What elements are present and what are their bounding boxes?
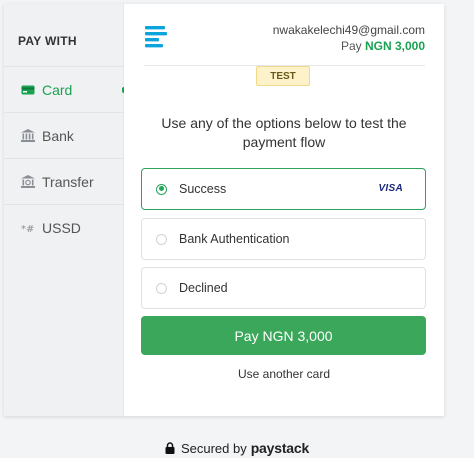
visa-logo-icon: VISA bbox=[378, 183, 403, 194]
payment-amount: Pay NGN 3,000 bbox=[341, 39, 425, 53]
radio-icon bbox=[156, 282, 167, 294]
use-another-card-link[interactable]: Use another card bbox=[124, 367, 444, 381]
sidebar-item-ussd[interactable]: *# USSD bbox=[4, 204, 124, 250]
svg-text:*#: *# bbox=[21, 224, 34, 233]
test-instructions: Use any of the options below to test the… bbox=[161, 115, 407, 150]
test-mode-badge: TEST bbox=[256, 66, 310, 86]
radio-selected-icon bbox=[156, 183, 167, 195]
sidebar-item-label: USSD bbox=[42, 219, 81, 236]
pay-prefix: Pay bbox=[340, 39, 362, 53]
option-label: Success bbox=[179, 182, 227, 196]
sidebar-item-label: Bank bbox=[42, 127, 74, 144]
option-bank-authentication[interactable]: Bank Authentication bbox=[141, 218, 426, 260]
sidebar-item-bank[interactable]: Bank bbox=[4, 112, 124, 158]
option-label: Declined bbox=[179, 281, 228, 295]
option-success[interactable]: Success VISA bbox=[141, 168, 426, 210]
paystack-logo-icon bbox=[145, 26, 167, 53]
sidebar-item-label: Transfer bbox=[42, 173, 94, 190]
paystack-brand: paystack bbox=[250, 440, 310, 456]
radio-icon bbox=[156, 233, 167, 245]
option-label: Bank Authentication bbox=[179, 232, 290, 246]
sidebar-item-transfer[interactable]: Transfer bbox=[4, 158, 124, 204]
ussd-icon: *# bbox=[20, 223, 36, 233]
checkout-main-panel: nwakakelechi49@gmail.com Pay NGN 3,000 T… bbox=[124, 4, 444, 416]
option-declined[interactable]: Declined bbox=[141, 267, 426, 309]
secured-by-text: Secured by bbox=[180, 440, 247, 456]
lock-icon bbox=[165, 442, 175, 454]
transfer-icon bbox=[20, 175, 36, 188]
customer-email: nwakakelechi49@gmail.com bbox=[272, 23, 425, 37]
amount-value: NGN 3,000 bbox=[364, 39, 425, 53]
secured-footer: Secured by paystack bbox=[0, 440, 474, 456]
pay-button[interactable]: Pay NGN 3,000 bbox=[141, 316, 426, 355]
bank-icon bbox=[20, 129, 36, 142]
sidebar-title: PAY WITH bbox=[18, 34, 77, 48]
card-icon bbox=[20, 85, 36, 95]
sidebar-item-card[interactable]: Card bbox=[4, 66, 126, 112]
sidebar-item-label: Card bbox=[42, 81, 73, 98]
payment-method-sidebar: PAY WITH Card Bank Transfer *# USSD bbox=[4, 4, 126, 416]
